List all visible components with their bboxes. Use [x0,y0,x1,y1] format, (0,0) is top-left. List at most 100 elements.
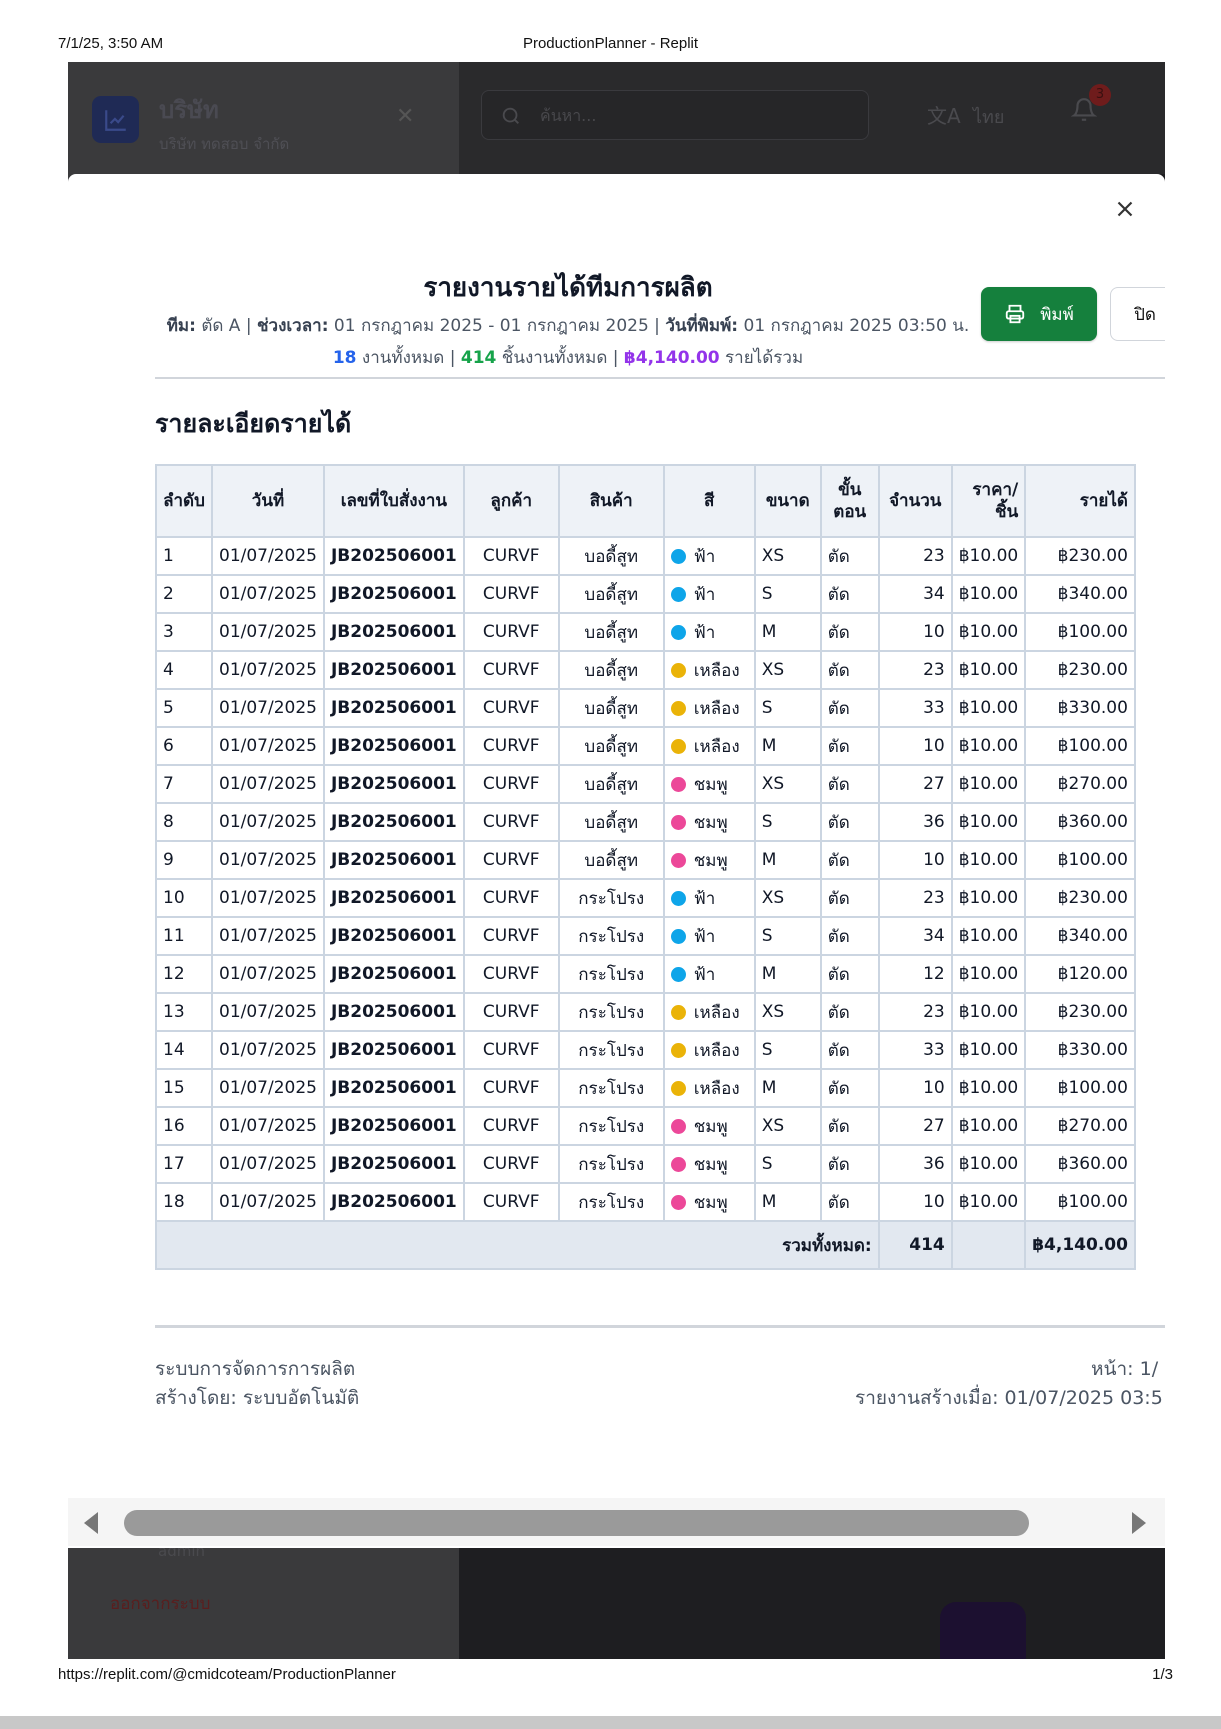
row-unit-price: ฿10.00 [950,840,1027,880]
total-label: รวมทั้งหมด: [155,1220,880,1270]
jobs-label: งานทั้งหมด [361,348,445,368]
row-index: 17 [155,1144,213,1184]
print-button[interactable]: พิมพ์ [981,287,1097,341]
row-color: ชมพู [662,1144,756,1184]
row-index: 8 [155,802,213,842]
row-customer: CURVF [462,1144,560,1184]
row-step: ตัด [819,992,880,1032]
row-index: 9 [155,840,213,880]
row-product: บอดี้สูท [557,612,665,652]
language-selector[interactable]: ไทย [973,102,1004,131]
row-product: บอดี้สูท [557,726,665,766]
print-url: https://replit.com/@cmidcoteam/Productio… [58,1666,396,1683]
floating-action-button[interactable] [940,1602,1026,1659]
row-size: M [753,1068,822,1108]
row-step: ตัด [819,1106,880,1146]
row-revenue: ฿100.00 [1024,1182,1136,1222]
search-input[interactable]: ค้นหา... [481,90,869,140]
color-name: เหลือง [693,1040,740,1061]
row-step: ตัด [819,612,880,652]
translate-icon[interactable]: 文A [927,100,961,129]
row-size: S [753,688,822,728]
row-product: บอดี้สูท [557,764,665,804]
col-header: วันที่ [211,464,325,538]
row-index: 12 [155,954,213,994]
col-header: สินค้า [557,464,665,538]
row-unit-price: ฿10.00 [950,1030,1027,1070]
color-name: ชมพู [693,850,728,871]
row-customer: CURVF [462,726,560,766]
col-header: ขั้นตอน [819,464,880,538]
row-customer: CURVF [462,650,560,690]
printed-value: 01 กรกฎาคม 2025 03:50 น. [743,316,970,336]
row-job-number: JB202506001 [322,878,465,918]
row-revenue: ฿230.00 [1024,536,1136,576]
row-customer: CURVF [462,1068,560,1108]
row-color: ชมพู [662,1106,756,1146]
color-swatch [670,1118,686,1134]
color-name: ชมพู [693,774,728,795]
logout-link[interactable]: ออกจากระบบ [110,1590,210,1617]
close-button[interactable]: ปิด [1110,287,1165,341]
row-revenue: ฿340.00 [1024,574,1136,614]
row-revenue: ฿100.00 [1024,1068,1136,1108]
row-product: กระโปรง [557,954,665,994]
row-customer: CURVF [462,574,560,614]
row-revenue: ฿230.00 [1024,992,1136,1032]
row-index: 13 [155,992,213,1032]
close-icon[interactable] [1112,196,1138,222]
row-index: 11 [155,916,213,956]
row-color: ชมพู [662,802,756,842]
row-color: เหลือง [662,726,756,766]
scroll-left-arrow-icon[interactable] [82,1510,100,1536]
row-unit-price: ฿10.00 [950,992,1027,1032]
table-row: 1 01/07/2025 JB202506001 CURVF บอดี้สูท ฟ้า XS… [155,536,1136,576]
row-color: ฟ้า [662,954,756,994]
row-color: ชมพู [662,840,756,880]
row-revenue: ฿230.00 [1024,878,1136,918]
row-product: กระโปรง [557,916,665,956]
row-step: ตัด [819,878,880,918]
row-revenue: ฿270.00 [1024,1106,1136,1146]
printed-label: วันที่พิมพ์: [665,316,739,336]
row-quantity: 10 [877,612,953,652]
row-unit-price: ฿10.00 [950,650,1027,690]
row-color: ฟ้า [662,916,756,956]
row-customer: CURVF [462,688,560,728]
chart-logo-icon [92,96,139,143]
row-job-number: JB202506001 [322,1068,465,1108]
horizontal-scrollbar[interactable] [68,1498,1165,1546]
col-header: จำนวน [877,464,953,538]
row-job-number: JB202506001 [322,1144,465,1184]
row-index: 15 [155,1068,213,1108]
row-date: 01/07/2025 [211,650,325,690]
report-modal: รายงานรายได้ทีมการผลิต ทีม: ตัด A | ช่วง… [68,174,1165,1548]
color-swatch [670,738,686,754]
col-header: ลำดับ [155,464,213,538]
row-customer: CURVF [462,1106,560,1146]
row-customer: CURVF [462,1182,560,1222]
color-name: ฟ้า [693,888,716,909]
row-date: 01/07/2025 [211,1068,325,1108]
row-quantity: 34 [877,574,953,614]
row-job-number: JB202506001 [322,688,465,728]
row-size: M [753,1182,822,1222]
color-name: ชมพู [693,1116,728,1137]
row-size: S [753,1144,822,1184]
color-swatch [670,890,686,906]
row-product: บอดี้สูท [557,536,665,576]
scroll-right-arrow-icon[interactable] [1130,1510,1148,1536]
row-unit-price: ฿10.00 [950,1068,1027,1108]
total-empty-cell [950,1220,1027,1270]
color-name: เหลือง [693,1002,740,1023]
row-revenue: ฿360.00 [1024,802,1136,842]
print-button-label: พิมพ์ [1040,304,1074,325]
row-customer: CURVF [462,954,560,994]
print-page: 7/1/25, 3:50 AM ProductionPlanner - Repl… [0,0,1221,1729]
row-step: ตัด [819,536,880,576]
row-date: 01/07/2025 [211,954,325,994]
row-quantity: 10 [877,840,953,880]
row-step: ตัด [819,1144,880,1184]
scrollbar-thumb[interactable] [124,1510,1029,1536]
sidebar-close-icon[interactable]: ✕ [396,104,414,129]
